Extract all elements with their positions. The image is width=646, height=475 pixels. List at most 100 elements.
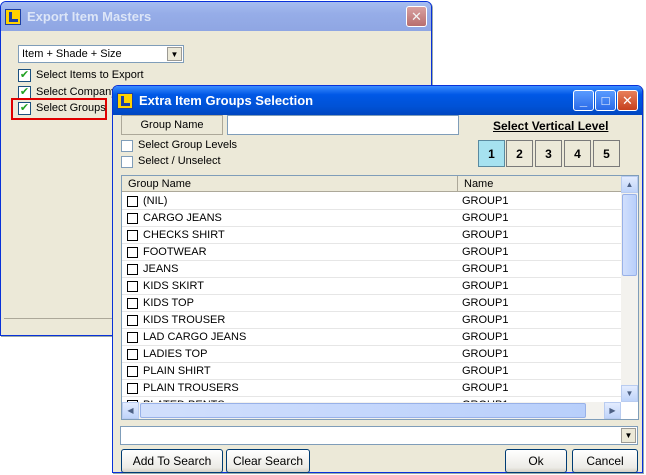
row-checkbox[interactable] [127,281,138,292]
dialog-title: Extra Item Groups Selection [139,93,314,108]
column-header-name[interactable]: Name [458,176,623,192]
select-groups-checkbox[interactable]: ✔ [18,102,31,115]
vertical-scrollbar[interactable]: ▲ ▼ [621,176,638,402]
level-3-button[interactable]: 3 [535,140,562,167]
group-name-label-box: Group Name [121,115,223,135]
vertical-level-label: Select Vertical Level [493,119,609,133]
bottom-select[interactable]: ▼ [120,426,638,445]
table-row[interactable]: (NIL) GROUP1 [122,193,621,210]
group-name-cell: KIDS SKIRT [143,280,204,292]
name-cell: GROUP1 [462,263,509,275]
add-to-search-button[interactable]: Add To Search [121,449,223,473]
name-cell: GROUP1 [462,297,509,309]
cancel-button[interactable]: Cancel [572,449,638,473]
row-checkbox[interactable] [127,230,138,241]
minimize-icon[interactable]: _ [573,90,594,111]
ok-button[interactable]: Ok [505,449,567,473]
name-cell: GROUP1 [462,348,509,360]
row-checkbox[interactable] [127,366,138,377]
row-checkbox[interactable] [127,196,138,207]
group-name-cell: PLAIN TROUSERS [143,382,239,394]
select-unselect-checkbox[interactable] [121,156,133,168]
table-row[interactable]: KIDS TROUSER GROUP1 [122,312,621,329]
group-name-cell: LADIES TOP [143,348,208,360]
row-checkbox[interactable] [127,264,138,275]
group-name-cell: PLAIN SHIRT [143,365,211,377]
row-checkbox[interactable] [127,298,138,309]
clear-search-button[interactable]: Clear Search [226,449,310,473]
row-checkbox[interactable] [127,332,138,343]
export-type-select[interactable]: Item + Shade + Size ▼ [18,45,184,63]
row-checkbox[interactable] [127,383,138,394]
chevron-down-icon[interactable]: ▼ [167,47,182,61]
horizontal-scroll-thumb[interactable] [140,403,586,418]
table-row[interactable]: CHECKS SHIRT GROUP1 [122,227,621,244]
group-name-cell: (NIL) [143,195,168,207]
scroll-up-icon[interactable]: ▲ [621,176,638,193]
group-name-cell: CHECKS SHIRT [143,229,225,241]
select-company-label: Select Company [36,86,117,98]
scroll-down-icon[interactable]: ▼ [621,385,638,402]
name-cell: GROUP1 [462,280,509,292]
table-row[interactable]: JEANS GROUP1 [122,261,621,278]
group-name-cell: CARGO JEANS [143,212,222,224]
select-unselect-label: Select / Unselect [138,155,221,167]
column-header-group-name[interactable]: Group Name [122,176,458,192]
group-name-cell: KIDS TROUSER [143,314,226,326]
table-row[interactable]: FOOTWEAR GROUP1 [122,244,621,261]
ok-label: Ok [528,454,544,468]
table-row[interactable]: LADIES TOP GROUP1 [122,346,621,363]
row-checkbox[interactable] [127,247,138,258]
export-window-titlebar[interactable]: Export Item Masters ✕ [1,2,431,31]
table-row[interactable]: PLAIN TROUSERS GROUP1 [122,380,621,397]
name-cell: GROUP1 [462,382,509,394]
name-cell: GROUP1 [462,246,509,258]
vertical-scroll-thumb[interactable] [622,194,637,276]
level-2-button[interactable]: 2 [506,140,533,167]
group-name-cell: KIDS TOP [143,297,194,309]
level-5-button[interactable]: 5 [593,140,620,167]
table-row[interactable]: CARGO JEANS GROUP1 [122,210,621,227]
scroll-left-icon[interactable]: ◀ [122,402,139,419]
select-group-levels-checkbox[interactable] [121,140,133,152]
group-name-label: Group Name [140,119,204,131]
maximize-icon[interactable]: □ [595,90,616,111]
group-name-cell: LAD CARGO JEANS [143,331,247,343]
name-cell: GROUP1 [462,314,509,326]
close-icon[interactable]: ✕ [406,6,427,27]
grid-header: Group Name Name [122,176,621,192]
table-row[interactable]: KIDS TOP GROUP1 [122,295,621,312]
select-groups-label: Select Groups [36,102,106,114]
horizontal-scrollbar[interactable]: ◀ ▶ [122,402,621,419]
chevron-down-icon[interactable]: ▼ [621,428,636,443]
name-cell: GROUP1 [462,365,509,377]
group-name-value [228,116,231,128]
scroll-right-icon[interactable]: ▶ [604,402,621,419]
group-name-cell: JEANS [143,263,179,275]
group-name-input[interactable] [227,115,459,135]
name-cell: GROUP1 [462,195,509,207]
name-cell: GROUP1 [462,212,509,224]
app-logo-icon [117,92,133,109]
dialog-titlebar[interactable]: Extra Item Groups Selection _ □ ✕ [113,86,642,115]
level-1-button[interactable]: 1 [478,140,505,167]
row-checkbox[interactable] [127,213,138,224]
app-logo-icon [5,8,21,25]
name-cell: GROUP1 [462,331,509,343]
cancel-label: Cancel [586,454,624,468]
table-row[interactable]: KIDS SKIRT GROUP1 [122,278,621,295]
row-checkbox[interactable] [127,349,138,360]
select-items-checkbox[interactable]: ✔ [18,69,31,82]
export-type-value: Item + Shade + Size [22,48,122,60]
row-checkbox[interactable] [127,315,138,326]
table-row[interactable]: LAD CARGO JEANS GROUP1 [122,329,621,346]
level-4-button[interactable]: 4 [564,140,591,167]
select-items-label: Select Items to Export [36,69,144,81]
add-to-search-label: Add To Search [132,454,212,468]
table-row[interactable]: PLAIN SHIRT GROUP1 [122,363,621,380]
group-name-cell: FOOTWEAR [143,246,207,258]
groups-grid[interactable]: Group Name Name (NIL) GROUP1 CARGO JEANS GR… [121,175,639,420]
close-icon[interactable]: ✕ [617,90,638,111]
clear-search-label: Clear Search [232,454,304,468]
export-window-title: Export Item Masters [27,9,152,24]
